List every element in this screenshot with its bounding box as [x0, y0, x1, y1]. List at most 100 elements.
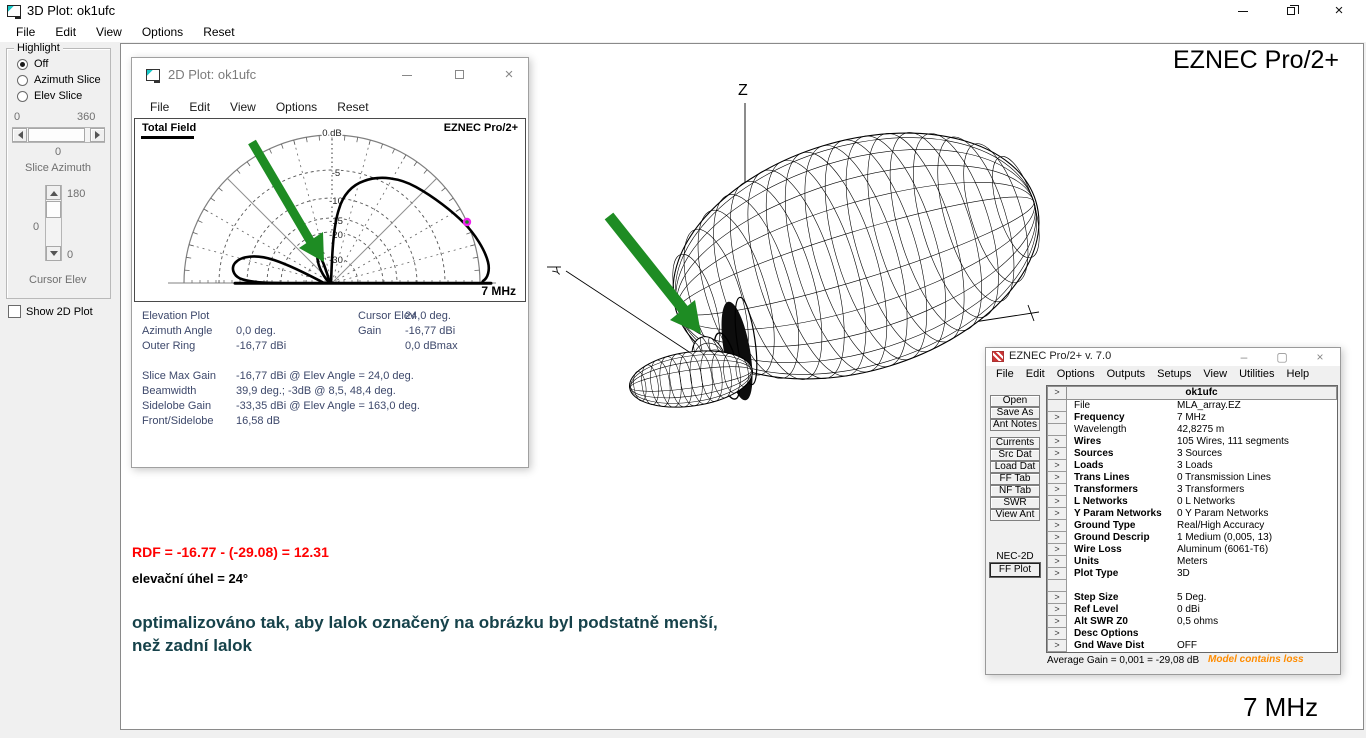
- azimuth-value: 0: [55, 146, 61, 158]
- plot2d-menu-reset[interactable]: Reset: [327, 92, 378, 118]
- row-expand-button[interactable]: >: [1047, 532, 1067, 544]
- elev-min-label: 0: [67, 249, 73, 261]
- eznec-menu-utilities[interactable]: Utilities: [1233, 366, 1280, 383]
- eznec-button-load-dat[interactable]: Load Dat: [990, 461, 1040, 473]
- stat-label: Front/Sidelobe: [142, 415, 214, 427]
- scroll-left-button[interactable]: [12, 128, 27, 142]
- plot2d-close-button[interactable]: ×: [494, 64, 524, 86]
- eznec-button-currents[interactable]: Currents: [990, 437, 1040, 449]
- eznec-minimize-button[interactable]: –: [1231, 349, 1257, 365]
- row-expand-button[interactable]: >: [1047, 448, 1067, 460]
- row-value: 0 dBi: [1177, 604, 1337, 616]
- eznec-menu-view[interactable]: View: [1197, 366, 1233, 383]
- menu-reset[interactable]: Reset: [193, 22, 244, 42]
- menubar: FileEditViewOptionsReset: [0, 22, 1366, 42]
- menu-file[interactable]: File: [6, 22, 45, 42]
- eznec-menu-setups[interactable]: Setups: [1151, 366, 1197, 383]
- ff-plot-button[interactable]: FF Plot: [990, 563, 1040, 577]
- model-parameter-table: > ok1ufc FileMLA_array.EZ>Frequency7 MHz…: [1046, 385, 1338, 653]
- scroll-up-button[interactable]: [46, 185, 61, 200]
- eznec-button-view-ant[interactable]: View Ant: [990, 509, 1040, 521]
- show-2d-plot-label: Show 2D Plot: [26, 306, 93, 318]
- eznec-menu-file[interactable]: File: [990, 366, 1020, 383]
- row-expand-button[interactable]: >: [1047, 472, 1067, 484]
- eznec-button-open[interactable]: Open: [990, 395, 1040, 407]
- row-value: 3 Sources: [1177, 448, 1337, 460]
- row-expand-button[interactable]: >: [1047, 616, 1067, 628]
- radio-option-azimuth-slice[interactable]: Azimuth Slice: [17, 73, 101, 87]
- radio-option-off[interactable]: Off: [17, 57, 48, 71]
- show-2d-plot-checkbox[interactable]: [8, 305, 21, 318]
- annotation-arrow-2d: [252, 142, 324, 262]
- minimize-button[interactable]: [1226, 0, 1260, 22]
- eznec-menu-outputs[interactable]: Outputs: [1101, 366, 1152, 383]
- azimuth-scroll-thumb[interactable]: [28, 128, 85, 142]
- plot2d-menu-file[interactable]: File: [140, 92, 179, 118]
- close-button[interactable]: ×: [1322, 0, 1356, 22]
- eznec-button-ff-tab[interactable]: FF Tab: [990, 473, 1040, 485]
- azimuth-scrollbar[interactable]: [12, 127, 105, 143]
- elevation-scroll-thumb[interactable]: [46, 201, 61, 218]
- row-expand-button[interactable]: >: [1047, 508, 1067, 520]
- row-expand-button[interactable]: >: [1047, 592, 1067, 604]
- plot2d-menu-edit[interactable]: Edit: [179, 92, 220, 118]
- row-name: Wavelength: [1067, 424, 1177, 436]
- eznec-menu-help[interactable]: Help: [1281, 366, 1316, 383]
- header-expand-button[interactable]: >: [1047, 386, 1067, 400]
- scroll-right-button[interactable]: [90, 128, 105, 142]
- stat-value: 16,58 dB: [236, 415, 280, 427]
- eznec-close-button[interactable]: ×: [1307, 349, 1333, 365]
- row-expand-button[interactable]: >: [1047, 412, 1067, 424]
- elev-max-label: 180: [67, 188, 85, 200]
- row-value: 1 Medium (0,005, 13): [1177, 532, 1337, 544]
- radio-option-elev-slice[interactable]: Elev Slice: [17, 89, 82, 103]
- plot2d-menu-view[interactable]: View: [220, 92, 266, 118]
- app-icon: [7, 5, 21, 17]
- eznec-button-ant-notes[interactable]: Ant Notes: [990, 419, 1040, 431]
- row-expand-button[interactable]: >: [1047, 484, 1067, 496]
- table-row: >Alt SWR Z00,5 ohms: [1047, 616, 1337, 628]
- titlebar: 3D Plot: ok1ufc ×: [0, 0, 1366, 22]
- elevation-scrollbar[interactable]: [45, 185, 62, 261]
- row-expand-button[interactable]: >: [1047, 640, 1067, 652]
- row-expand-button[interactable]: >: [1047, 436, 1067, 448]
- row-value: [1177, 580, 1337, 592]
- azimuth-max-label: 360: [77, 111, 95, 123]
- eznec-menu-options[interactable]: Options: [1051, 366, 1101, 383]
- eznec-menu-edit[interactable]: Edit: [1020, 366, 1051, 383]
- row-name: Step Size: [1067, 592, 1177, 604]
- scroll-down-button[interactable]: [46, 246, 61, 261]
- eznec-button-save-as[interactable]: Save As: [990, 407, 1040, 419]
- plot2d-minimize-button[interactable]: [392, 64, 422, 86]
- menu-view[interactable]: View: [86, 22, 132, 42]
- stat-value: 0,0 deg.: [236, 325, 276, 337]
- model-loss-warning: Model contains loss: [1208, 654, 1304, 665]
- row-expand-button[interactable]: >: [1047, 460, 1067, 472]
- row-value: 3 Transformers: [1177, 484, 1337, 496]
- cursor-point[interactable]: [463, 218, 471, 226]
- row-expand-button[interactable]: >: [1047, 556, 1067, 568]
- plot2d-maximize-button[interactable]: [444, 64, 474, 86]
- z-axis-label: Z: [738, 82, 748, 99]
- plot2d-menu-options[interactable]: Options: [266, 92, 327, 118]
- row-expand-button[interactable]: >: [1047, 628, 1067, 640]
- radio-icon: [17, 59, 28, 70]
- eznec-maximize-button[interactable]: ▢: [1269, 349, 1295, 365]
- table-row: >Wires105 Wires, 111 segments: [1047, 436, 1337, 448]
- row-expand-button[interactable]: >: [1047, 544, 1067, 556]
- eznec-button-nf-tab[interactable]: NF Tab: [990, 485, 1040, 497]
- eznec-button-src-dat[interactable]: Src Dat: [990, 449, 1040, 461]
- row-value: 42,8275 m: [1177, 424, 1337, 436]
- elev-mid-label: 0: [33, 221, 39, 233]
- plot2d-menubar: FileEditViewOptionsReset: [132, 92, 528, 118]
- restore-button[interactable]: [1274, 0, 1308, 22]
- row-expand-button[interactable]: >: [1047, 568, 1067, 580]
- optimization-note-line2: než zadní lalok: [132, 636, 252, 656]
- row-expand-button[interactable]: >: [1047, 520, 1067, 532]
- row-expand-button[interactable]: >: [1047, 496, 1067, 508]
- eznec-button-swr[interactable]: SWR: [990, 497, 1040, 509]
- row-expand-button[interactable]: >: [1047, 604, 1067, 616]
- menu-edit[interactable]: Edit: [45, 22, 86, 42]
- eznec-menubar: FileEditOptionsOutputsSetupsViewUtilitie…: [986, 366, 1340, 383]
- menu-options[interactable]: Options: [132, 22, 193, 42]
